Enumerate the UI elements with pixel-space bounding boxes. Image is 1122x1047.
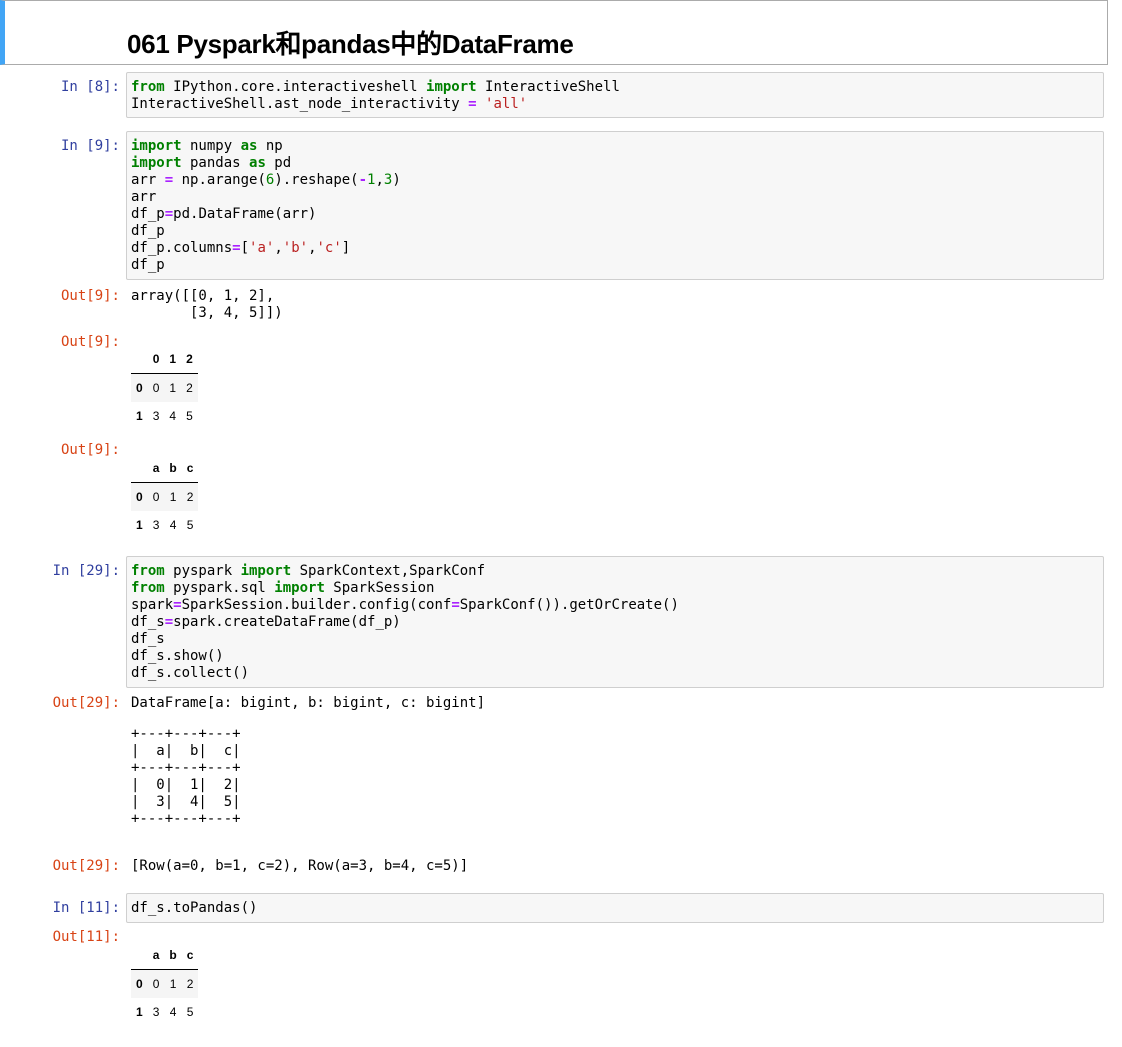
input-prompt: In [11]: [52, 900, 120, 916]
column-header: c [181, 941, 199, 970]
dataframe-table: 0 1 2 0 0 1 2 1 3 4 5 [131, 345, 198, 430]
column-header: c [181, 454, 199, 483]
table-cell: 1 [169, 977, 177, 991]
show-output: +---+---+---+ | a| b| c| +---+---+---+ |… [131, 726, 241, 827]
dataframe-table: a b c 0 0 1 2 1 3 4 5 [131, 454, 199, 539]
input-prompt: In [8]: [60, 79, 120, 95]
output-prompt: Out[9]: [60, 334, 120, 350]
column-header: 0 [147, 345, 165, 374]
table-row: 1 3 4 5 [131, 402, 198, 430]
table-cell: 0 [152, 381, 160, 395]
input-prompt: In [9]: [60, 138, 120, 154]
row-index: 1 [136, 1005, 143, 1019]
row-index: 1 [136, 409, 143, 423]
table-cell: 1 [169, 490, 177, 504]
table-cell: 4 [169, 409, 177, 423]
table-row: 1 3 4 5 [131, 511, 198, 539]
code-editor[interactable]: import numpy as np import pandas as pd a… [131, 138, 401, 274]
code-editor[interactable]: df_s.toPandas() [131, 900, 257, 917]
output-prompt: Out[11]: [52, 929, 120, 945]
code-cell-8[interactable]: from IPython.core.interactiveshell impor… [126, 72, 1104, 118]
table-row: 0 0 1 2 [131, 373, 198, 402]
output-text: [Row(a=0, b=1, c=2), Row(a=3, b=4, c=5)] [131, 858, 469, 874]
table-cell: 2 [186, 977, 194, 991]
output-text: array([[0, 1, 2], [3, 4, 5]]) [131, 288, 283, 321]
table-cell: 1 [169, 381, 177, 395]
table-cell: 0 [152, 977, 160, 991]
row-index: 1 [136, 518, 143, 532]
notebook-title: 061 Pyspark和pandas中的DataFrame [127, 29, 574, 59]
output-prompt: Out[29]: [52, 695, 120, 711]
table-cell: 5 [186, 518, 194, 532]
table-cell: 3 [152, 409, 160, 423]
output-prompt: Out[9]: [60, 288, 120, 304]
table-cell: 5 [186, 1005, 194, 1019]
column-header: a [147, 454, 165, 483]
row-index: 0 [136, 381, 143, 395]
table-row: 0 0 1 2 [131, 482, 199, 511]
table-cell: 0 [152, 490, 160, 504]
code-editor[interactable]: from IPython.core.interactiveshell impor… [131, 79, 620, 113]
code-editor[interactable]: from pyspark import SparkContext,SparkCo… [131, 563, 679, 682]
table-cell: 2 [186, 490, 194, 504]
code-cell-9[interactable]: import numpy as np import pandas as pd a… [126, 131, 1104, 280]
row-index: 0 [136, 490, 143, 504]
code-cell-29[interactable]: from pyspark import SparkContext,SparkCo… [126, 556, 1104, 688]
input-prompt: In [29]: [52, 563, 120, 579]
index-header [131, 454, 148, 483]
index-header [131, 941, 148, 970]
table-row: 0 0 1 2 [131, 969, 199, 998]
table-row: 1 3 4 5 [131, 998, 198, 1026]
column-header: b [164, 941, 182, 970]
output-text: DataFrame[a: bigint, b: bigint, c: bigin… [131, 695, 486, 711]
table-cell: 3 [152, 518, 160, 532]
table-cell: 5 [186, 409, 193, 423]
output-prompt: Out[29]: [52, 858, 120, 874]
table-cell: 3 [152, 1005, 160, 1019]
column-header: a [147, 941, 165, 970]
column-header: 2 [181, 345, 198, 374]
code-cell-11[interactable]: df_s.toPandas() [126, 893, 1104, 923]
table-cell: 4 [169, 518, 177, 532]
index-header [131, 345, 148, 374]
dataframe-table: a b c 0 0 1 2 1 3 4 5 [131, 941, 199, 1026]
row-index: 0 [136, 977, 143, 991]
table-cell: 4 [169, 1005, 177, 1019]
table-cell: 2 [186, 381, 193, 395]
column-header: 1 [164, 345, 182, 374]
column-header: b [164, 454, 182, 483]
output-prompt: Out[9]: [60, 442, 120, 458]
